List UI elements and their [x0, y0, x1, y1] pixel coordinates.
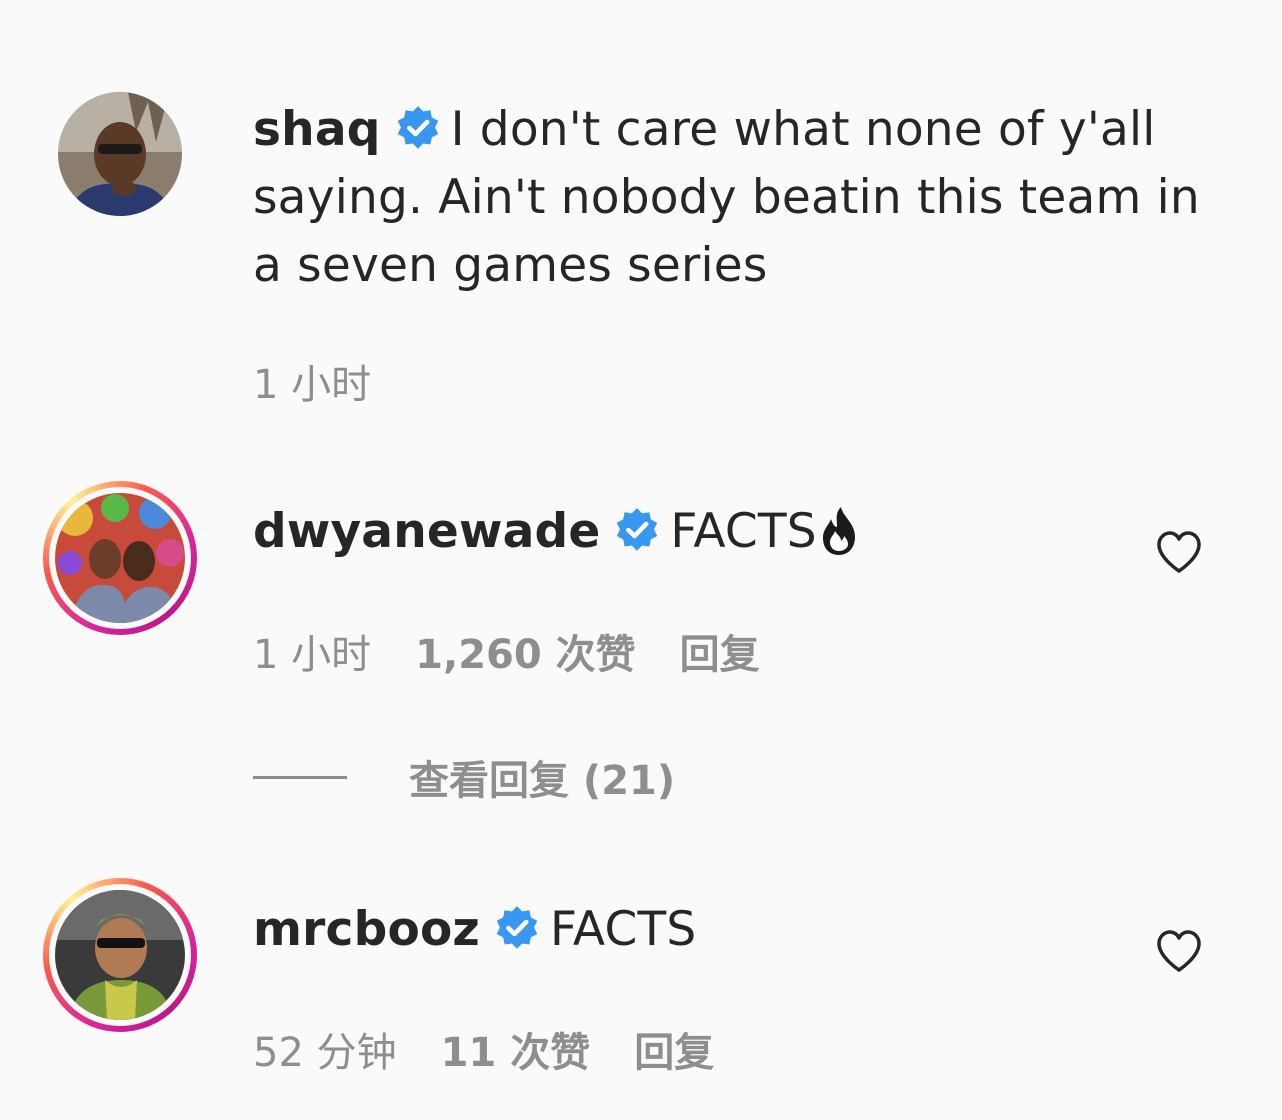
reply-button[interactable]: 回复 [634, 1030, 714, 1076]
view-replies-label: 查看回复 (21) [409, 758, 676, 804]
avatar-shaq[interactable] [58, 92, 182, 216]
comment-body: FACTS [670, 504, 817, 559]
comment-text-block: mrcbooz FACTS [253, 896, 1133, 964]
comment-meta: 1 小时 [253, 352, 415, 410]
comment-time[interactable]: 1 小时 [253, 362, 371, 408]
avatar-mrcbooz[interactable] [43, 878, 197, 1032]
fire-icon [822, 507, 855, 555]
comment-text-block: dwyanewade FACTS [253, 498, 1133, 566]
comment-meta: 52 分钟 11 次赞 回复 [253, 1020, 758, 1078]
comment-username[interactable]: mrcbooz [253, 902, 480, 957]
comment-username[interactable]: dwyanewade [253, 504, 600, 559]
comment-text-block: shaq I don't care what none of y'all sayi… [253, 96, 1213, 300]
verified-badge-icon [496, 906, 538, 949]
comment-username[interactable]: shaq [253, 102, 381, 157]
heart-icon[interactable] [1155, 529, 1203, 575]
comment-time[interactable]: 1 小时 [253, 632, 371, 678]
avatar-mrcbooz-image [55, 890, 185, 1020]
avatar-dwyanewade[interactable] [43, 481, 197, 635]
view-replies-button[interactable]: 查看回复 (21) [253, 742, 675, 812]
verified-badge-icon [617, 508, 658, 551]
avatar-shaq-image [58, 92, 182, 216]
view-replies-divider [253, 775, 347, 779]
reply-button[interactable]: 回复 [680, 632, 760, 678]
likes-count[interactable]: 1,260 次赞 [415, 632, 635, 678]
comment-meta: 1 小时 1,260 次赞 回复 [253, 622, 804, 680]
avatar-dwyanewade-image [55, 493, 185, 623]
comment-time[interactable]: 52 分钟 [253, 1030, 397, 1076]
comment-body: FACTS [550, 902, 697, 957]
verified-badge-icon [397, 106, 438, 149]
likes-count[interactable]: 11 次赞 [441, 1030, 591, 1076]
heart-icon[interactable] [1155, 928, 1203, 974]
